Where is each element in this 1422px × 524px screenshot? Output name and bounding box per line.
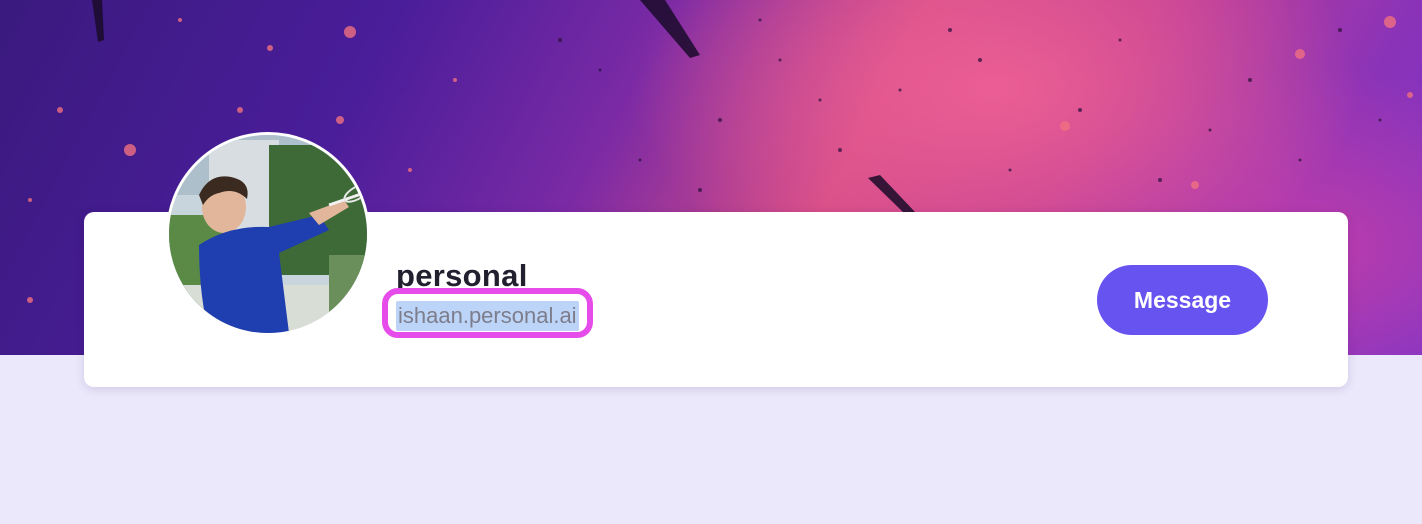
profile-handle-link[interactable]: ishaan.personal.ai	[396, 301, 579, 331]
profile-photo-icon	[169, 135, 367, 333]
avatar[interactable]	[166, 132, 370, 336]
message-button[interactable]: Message	[1097, 265, 1268, 335]
handle-highlight-outline: ishaan.personal.ai	[382, 288, 593, 338]
